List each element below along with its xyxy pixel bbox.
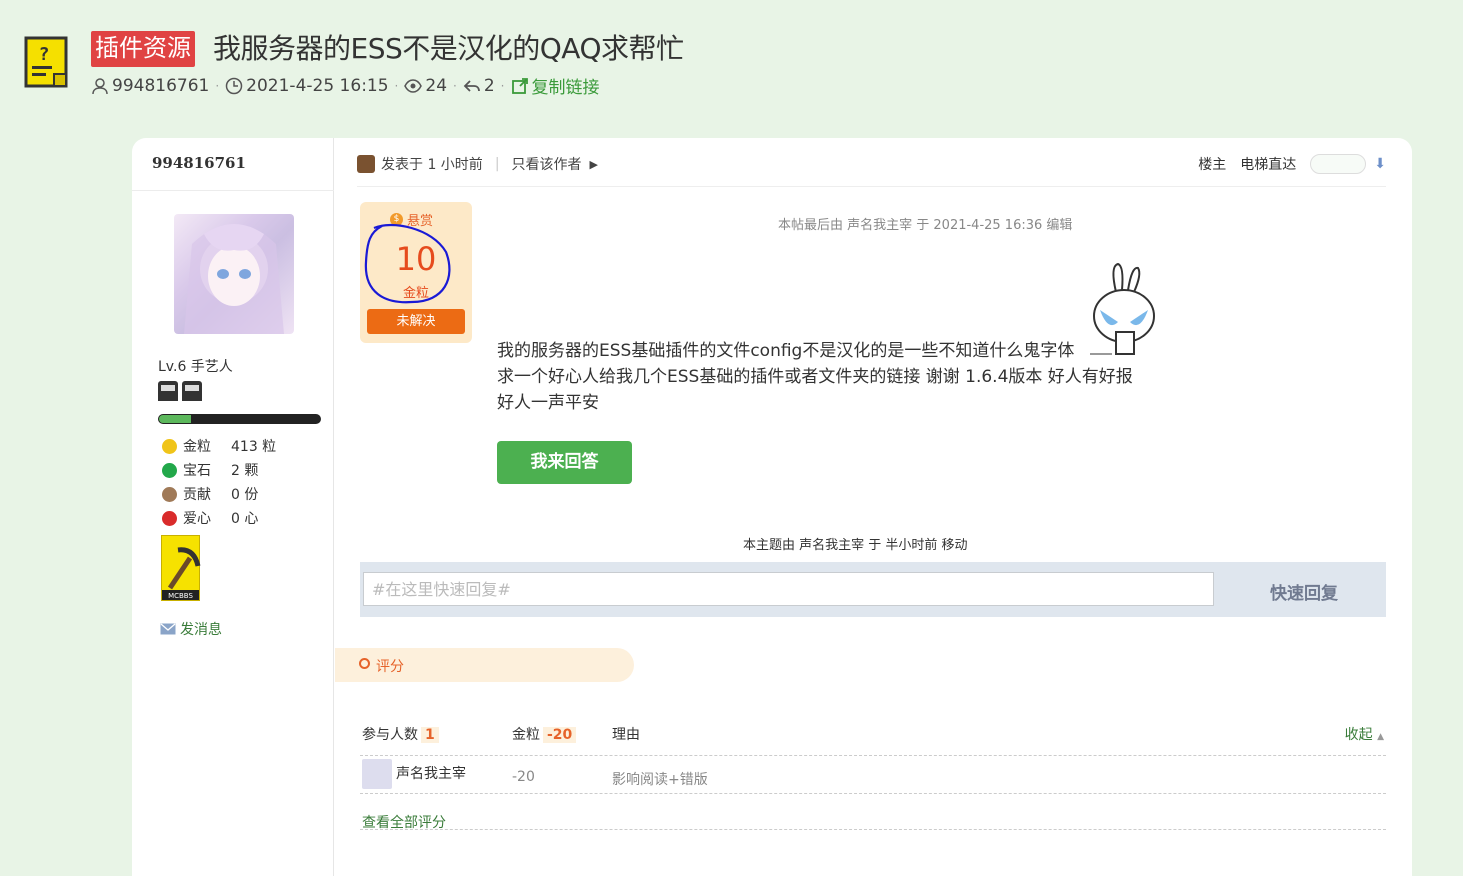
medal-list [158, 381, 202, 401]
circle-icon [359, 658, 370, 669]
table-row: 声名我主宰 -20 影响阅读+错版 [360, 756, 1386, 794]
clock-icon [225, 77, 243, 95]
post-line: 求一个好心人给我几个ESS基础的插件或者文件夹的链接 谢谢 1.6.4版本 好人… [497, 367, 1133, 387]
participants-count: 1 [421, 727, 439, 743]
topic-title-row: 插件资源 我服务器的ESS不是汉化的QAQ求帮忙 [91, 31, 684, 67]
meta-datetime: 2021-4-25 16:15 [246, 75, 389, 96]
bounty-amount: 10 [395, 240, 437, 278]
rating-tab[interactable]: 评分 [335, 648, 634, 682]
topic-meta: 994816761 · 2021-4-25 16:15 · 24 · 2 · 复… [91, 73, 600, 98]
stat-value: 2 颗 [231, 463, 259, 479]
author-only-link[interactable]: 只看该作者 [512, 154, 582, 174]
meta-author[interactable]: 994816761 [112, 76, 209, 96]
apple-icon [162, 510, 177, 526]
user-level[interactable]: Lv.6 手艺人 [158, 356, 233, 376]
stat-contribution: 贡献 0 份 [162, 482, 276, 506]
exp-progress-bar [158, 414, 321, 424]
gold-header: 金粒 -20 [512, 724, 577, 744]
copy-link[interactable]: 复制链接 [532, 73, 600, 98]
stat-label: 贡献 [183, 487, 211, 503]
avatar[interactable] [174, 214, 294, 334]
user-icon [91, 77, 109, 95]
divider [357, 186, 1386, 187]
post-card: 994816761 Lv.6 手艺人 金粒 413 粒 宝石 2 颗 贡献 0 … [132, 138, 1412, 876]
badge-text: MCBBS [168, 592, 193, 600]
posted-time: 发表于 1 小时前 [381, 157, 483, 173]
medal-icon[interactable] [158, 381, 178, 401]
participants-label: 参与人数 [362, 727, 418, 743]
elevator-label: 电梯直达 [1240, 157, 1297, 173]
stat-gold: 金粒 413 粒 [162, 434, 276, 458]
rating-tab-label: 评分 [376, 659, 404, 675]
moved-note: 本主题由 声名我主宰 于 半小时前 移动 [743, 538, 968, 553]
reason-header: 理由 [612, 727, 640, 743]
gold-label: 金粒 [512, 727, 540, 743]
post-line: 我的服务器的ESS基础插件的文件config不是汉化的是一些不知道什么鬼字体 [497, 341, 1075, 361]
elevator-input[interactable] [1310, 154, 1367, 174]
stat-love: 爱心 0 心 [162, 506, 276, 530]
gem-icon [162, 462, 177, 478]
rater-name[interactable]: 声名我主宰 [396, 766, 466, 782]
send-message-link[interactable]: 发消息 [160, 619, 222, 639]
post-header-right: 楼主 电梯直达 ⬇ [1198, 154, 1386, 174]
exp-progress-fill [159, 415, 192, 423]
stat-value: 413 粒 [231, 439, 277, 455]
meta-views: 24 [425, 75, 448, 96]
post-content-area: 发表于 1 小时前 | 只看该作者 ▶ 楼主 电梯直达 ⬇ $ 悬赏 10 金粒… [335, 138, 1412, 876]
participants-header: 参与人数 1 [362, 724, 439, 744]
rating-table: 参与人数 1 金粒 -20 理由 收起 ▲ 声名我主宰 -20 影响阅读+错版 [360, 716, 1386, 794]
divider [132, 190, 334, 191]
svg-text:?: ? [39, 44, 50, 65]
contribution-icon [162, 486, 177, 502]
gold-total: -20 [543, 727, 577, 743]
edited-note: 本帖最后由 声名我主宰 于 2021-4-25 16:36 编辑 [778, 218, 1073, 233]
floor-label: 楼主 [1198, 157, 1227, 173]
category-badge[interactable]: 插件资源 [91, 31, 195, 67]
page-title: 我服务器的ESS不是汉化的QAQ求帮忙 [213, 32, 684, 65]
post-line: 好人一声平安 [497, 393, 599, 413]
gold-icon [162, 438, 177, 454]
stat-label: 宝石 [183, 463, 211, 479]
avatar[interactable] [362, 759, 392, 789]
rating-header-row: 参与人数 1 金粒 -20 理由 收起 ▲ [360, 716, 1386, 756]
author-name[interactable]: 994816761 [152, 154, 246, 172]
medal-icon[interactable] [182, 381, 202, 401]
quick-reply-input[interactable] [363, 572, 1214, 606]
stat-label: 爱心 [183, 511, 211, 527]
caret-right-icon: ▶ [589, 157, 598, 171]
stat-gem: 宝石 2 颗 [162, 458, 276, 482]
stat-value: 0 份 [231, 487, 259, 503]
author-sidebar: 994816761 Lv.6 手艺人 金粒 413 粒 宝石 2 颗 贡献 0 … [132, 138, 334, 876]
bounty-unit: 金粒 [402, 286, 429, 301]
bounty-box: $ 悬赏 10 金粒 未解决 [360, 202, 472, 343]
rater-reason: 影响阅读+错版 [612, 772, 708, 788]
post-header: 发表于 1 小时前 | 只看该作者 ▶ [357, 154, 598, 174]
quick-reply-button[interactable]: 快速回复 [1270, 579, 1338, 604]
collapse-link[interactable]: 收起 ▲ [1345, 724, 1384, 744]
divider [360, 829, 1386, 830]
rater-gold: -20 [512, 769, 535, 785]
bounty-status: 未解决 [367, 309, 465, 334]
quick-reply-bar: 快速回复 [360, 562, 1386, 617]
rater-cell[interactable]: 声名我主宰 [362, 759, 466, 789]
arrow-down-icon[interactable]: ⬇ [1374, 156, 1386, 172]
eye-icon [404, 77, 423, 95]
send-message-label: 发消息 [180, 622, 222, 638]
topic-question-icon: ? [24, 36, 70, 90]
external-link-icon [511, 77, 529, 95]
stat-value: 0 心 [231, 511, 259, 527]
author-skin-icon [357, 155, 375, 173]
meta-replies: 2 [483, 75, 495, 96]
user-stats: 金粒 413 粒 宝石 2 颗 贡献 0 份 爱心 0 心 [162, 434, 276, 530]
reply-icon [463, 77, 481, 95]
collapse-label: 收起 [1344, 727, 1373, 743]
stat-label: 金粒 [183, 439, 211, 455]
post-body: 我的服务器的ESS基础插件的文件config不是汉化的是一些不知道什么鬼字体 求… [497, 338, 1177, 416]
answer-button[interactable]: 我来回答 [497, 441, 632, 484]
pickaxe-badge-icon[interactable]: MCBBS [161, 535, 201, 601]
envelope-icon [160, 623, 176, 635]
caret-up-icon: ▲ [1377, 732, 1384, 742]
